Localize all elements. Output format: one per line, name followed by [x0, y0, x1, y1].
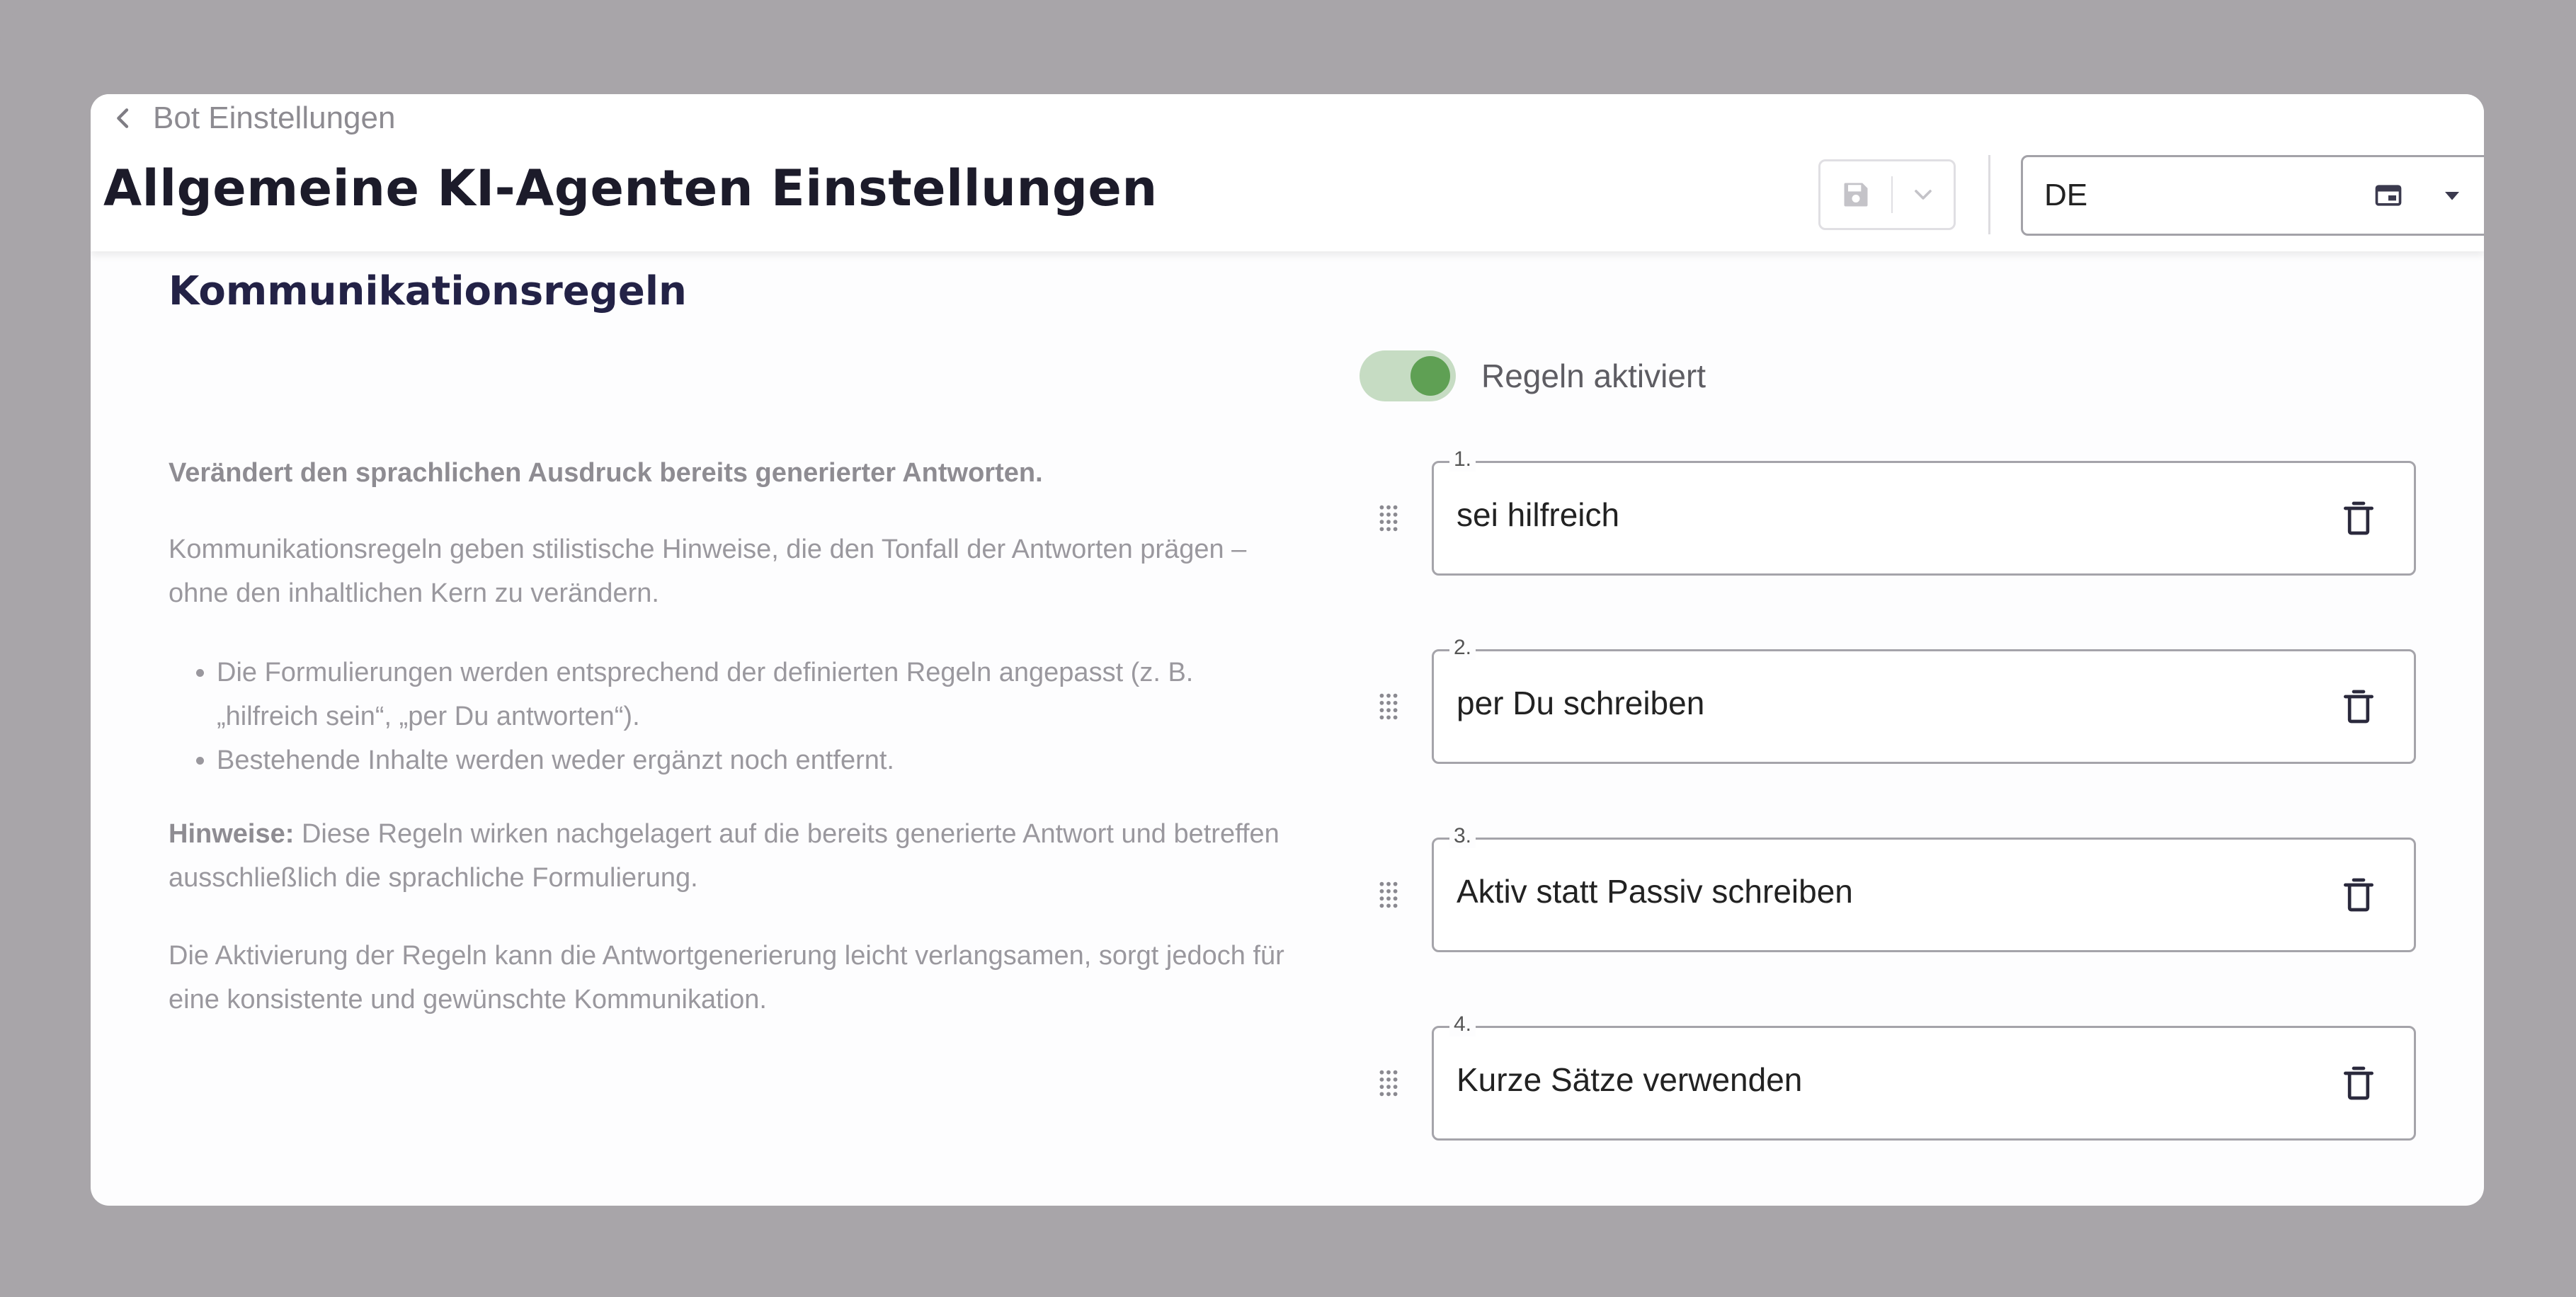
chevron-down-icon — [1915, 190, 1932, 200]
rule-number: 2. — [1449, 636, 1476, 660]
drag-handle-icon[interactable] — [1372, 502, 1405, 535]
toggle-knob — [1410, 356, 1450, 396]
rule-input[interactable]: 4. Kurze Sätze verwenden — [1432, 1012, 2416, 1141]
bullet-item: Bestehende Inhalte werden weder ergänzt … — [217, 738, 1287, 782]
notes-label: Hinweise: — [169, 819, 295, 849]
settings-card: Bot Einstellungen Allgemeine KI-Agenten … — [91, 94, 2484, 1206]
breadcrumb-back-link[interactable]: Bot Einstellungen — [109, 97, 395, 139]
drag-handle-icon[interactable] — [1372, 690, 1405, 723]
trash-icon[interactable] — [2339, 498, 2378, 538]
rule-input[interactable]: 2. per Du schreiben — [1432, 636, 2416, 764]
rule-number: 1. — [1449, 447, 1476, 472]
drag-handle-icon[interactable] — [1372, 879, 1405, 911]
trash-icon[interactable] — [2339, 687, 2378, 726]
caret-down-icon — [2445, 192, 2459, 200]
rules-toggle-row: Regeln aktiviert — [1360, 348, 1706, 404]
rule-text: per Du schreiben — [1457, 685, 1705, 721]
page-header: Bot Einstellungen Allgemeine KI-Agenten … — [91, 94, 2484, 251]
breadcrumb-label: Bot Einstellungen — [153, 101, 396, 135]
rule-input[interactable]: 3. Aktiv statt Passiv schreiben — [1432, 824, 2416, 952]
rule-input[interactable]: 1. sei hilfreich — [1432, 447, 2416, 576]
header-divider — [1988, 155, 1990, 234]
section-lead: Verändert den sprachlichen Ausdruck bere… — [169, 458, 1043, 488]
trash-icon[interactable] — [2339, 875, 2378, 915]
rule-text: Kurze Sätze verwenden — [1457, 1061, 1803, 1098]
screen-background: Bot Einstellungen Allgemeine KI-Agenten … — [0, 0, 2576, 1297]
chevron-left-icon — [117, 108, 129, 128]
bullet-item: Die Formulierungen werden entsprechend d… — [217, 651, 1287, 738]
rule-number: 3. — [1449, 824, 1476, 848]
drag-handle-icon[interactable] — [1372, 1067, 1405, 1099]
save-button[interactable] — [1820, 161, 1891, 228]
save-options-dropdown-button[interactable] — [1893, 161, 1954, 228]
activation-note: Die Aktivierung der Regeln kann die Antw… — [169, 941, 1284, 1015]
rule-item: 4. Kurze Sätze verwenden — [1372, 1012, 2484, 1141]
language-select-value: DE — [2044, 178, 2088, 212]
trash-icon[interactable] — [2339, 1063, 2378, 1103]
section-intro: Kommunikationsregeln geben stilistische … — [169, 535, 1247, 608]
rule-number: 4. — [1449, 1012, 1476, 1036]
rule-text: sei hilfreich — [1457, 496, 1620, 533]
page-title: Allgemeine KI-Agenten Einstellungen — [103, 159, 1158, 217]
rule-item: 2. per Du schreiben — [1372, 636, 2484, 764]
toggle-label: Regeln aktiviert — [1481, 358, 1706, 394]
language-panel-icon — [2375, 185, 2402, 206]
rule-item: 3. Aktiv statt Passiv schreiben — [1372, 824, 2484, 952]
section-bullets: Die Formulierungen werden entsprechend d… — [169, 651, 1287, 782]
save-button-group — [1818, 159, 1956, 230]
section-title: Kommunikationsregeln — [169, 268, 687, 314]
language-select[interactable]: DE — [2021, 155, 2484, 236]
notes-text: Diese Regeln wirken nachgelagert auf die… — [169, 819, 1280, 893]
section-notes: Hinweise: Diese Regeln wirken nachgelage… — [169, 812, 1287, 900]
rules-toggle[interactable] — [1360, 350, 1456, 401]
rule-text: Aktiv statt Passiv schreiben — [1457, 873, 1853, 910]
rule-item: 1. sei hilfreich — [1372, 447, 2484, 576]
save-icon — [1844, 183, 1868, 207]
